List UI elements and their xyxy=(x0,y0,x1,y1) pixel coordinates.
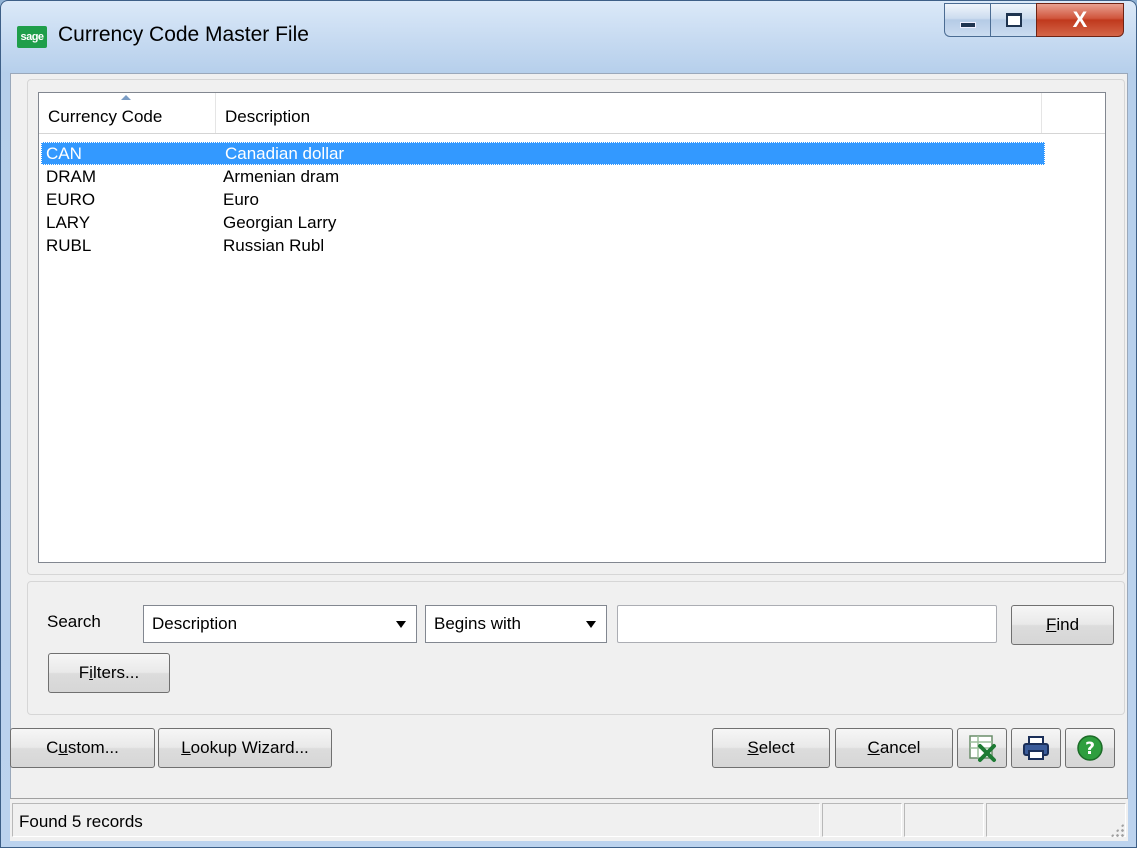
table-row[interactable]: DRAM Armenian dram xyxy=(39,165,1105,188)
minimize-icon xyxy=(959,22,976,28)
cell-currency-code: EURO xyxy=(46,190,96,209)
table-row[interactable]: RUBL Russian Rubl xyxy=(39,234,1105,257)
cell-description: Canadian dollar xyxy=(225,144,345,163)
find-button[interactable]: Find xyxy=(1011,605,1114,645)
window-title: Currency Code Master File xyxy=(58,23,309,46)
custom-button[interactable]: Cu stom... xyxy=(10,728,155,768)
cell-currency-code: LARY xyxy=(46,213,91,232)
search-input[interactable] xyxy=(617,605,997,643)
close-button[interactable]: X xyxy=(1036,3,1124,37)
cell-description: Georgian Larry xyxy=(223,213,337,232)
lookup-wizard-button[interactable]: Lookup Wizard... xyxy=(158,728,332,768)
custom-label-pre: C xyxy=(46,738,59,757)
find-label-accel: F xyxy=(1045,615,1057,634)
list-rows: CAN Canadian dollar DRAM Armenian dram E… xyxy=(39,142,1105,257)
status-panel-3 xyxy=(904,803,984,837)
select-button[interactable]: Select xyxy=(712,728,830,768)
custom-label: stom... xyxy=(67,738,119,757)
list-header: Currency Code Description xyxy=(39,93,1105,134)
filters-button[interactable]: Fi lters... xyxy=(48,653,170,693)
column-header-filler xyxy=(1042,93,1105,133)
maximize-icon xyxy=(1005,13,1022,27)
cell-currency-code: RUBL xyxy=(46,236,92,255)
column-header-label: Description xyxy=(225,107,311,126)
wizard-label-accel: L xyxy=(181,738,191,757)
currency-code-window: sage Currency Code Master File X Currenc… xyxy=(0,0,1137,848)
column-header-description[interactable]: Description xyxy=(216,93,1042,133)
search-field-select[interactable]: Description xyxy=(143,605,417,643)
cell-description: Euro xyxy=(223,190,259,209)
sage-app-icon[interactable]: sage xyxy=(17,26,47,48)
select-label: elect xyxy=(758,738,795,757)
cancel-label-accel: C xyxy=(867,738,880,757)
search-group xyxy=(27,581,1125,715)
status-panel-4 xyxy=(986,803,1126,837)
help-button[interactable]: ? xyxy=(1065,728,1115,768)
printer-icon xyxy=(1023,736,1049,760)
cancel-button[interactable]: Cancel xyxy=(835,728,953,768)
chevron-down-icon xyxy=(396,621,406,628)
column-header-currency-code[interactable]: Currency Code xyxy=(39,93,216,133)
select-label-accel: S xyxy=(747,738,759,757)
status-bar: Found 5 records xyxy=(10,798,1128,841)
export-excel-button[interactable] xyxy=(957,728,1007,768)
cell-currency-code: CAN xyxy=(46,144,82,163)
cell-currency-code: DRAM xyxy=(46,167,97,186)
caption-buttons: X xyxy=(944,3,1124,39)
table-row[interactable]: LARY Georgian Larry xyxy=(39,211,1105,234)
close-icon: X xyxy=(1072,7,1088,32)
cancel-label: ancel xyxy=(879,738,921,757)
cell-description: Russian Rubl xyxy=(223,236,325,255)
search-field-value: Description xyxy=(152,614,238,633)
maximize-button[interactable] xyxy=(990,3,1036,37)
sort-ascending-icon xyxy=(121,95,131,100)
table-row[interactable]: CAN Canadian dollar xyxy=(41,142,1045,165)
search-label: Search xyxy=(47,612,101,631)
filters-label-pre: F xyxy=(78,663,90,682)
status-message: Found 5 records xyxy=(12,803,820,837)
print-button[interactable] xyxy=(1011,728,1061,768)
minimize-button[interactable] xyxy=(944,3,990,37)
cell-description: Armenian dram xyxy=(223,167,340,186)
excel-icon xyxy=(969,735,996,762)
chevron-down-icon xyxy=(586,621,596,628)
filters-label: lters... xyxy=(92,663,140,682)
title-bar[interactable]: sage Currency Code Master File X xyxy=(1,1,1136,73)
status-panel-2 xyxy=(822,803,902,837)
currency-list[interactable]: Currency Code Description CAN Canadian d… xyxy=(38,92,1106,563)
custom-label-accel: u xyxy=(58,738,68,757)
svg-text:?: ? xyxy=(1085,739,1095,759)
column-header-label: Currency Code xyxy=(48,107,163,126)
search-operator-select[interactable]: Begins with xyxy=(425,605,607,643)
search-operator-value: Begins with xyxy=(434,614,521,633)
table-row[interactable]: EURO Euro xyxy=(39,188,1105,211)
find-label: ind xyxy=(1056,615,1080,634)
help-icon: ? xyxy=(1077,735,1103,761)
wizard-label: ookup Wizard... xyxy=(190,738,309,757)
